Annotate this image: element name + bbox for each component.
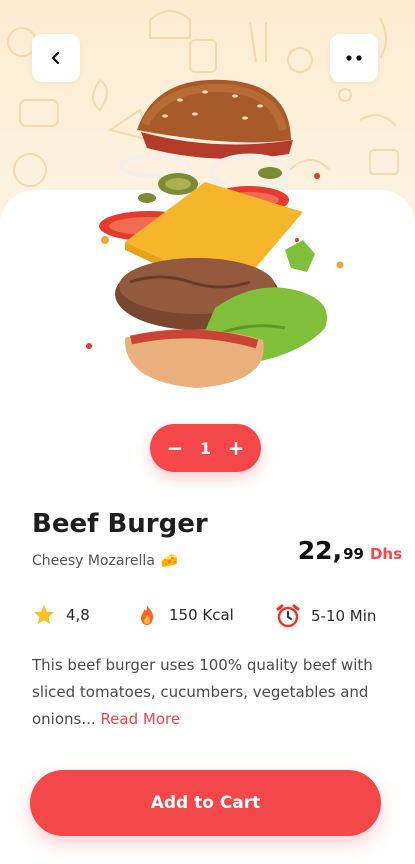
rating-stat: 4,8 xyxy=(32,603,90,627)
decrease-quantity-button[interactable]: − xyxy=(164,437,186,459)
product-title: Beef Burger xyxy=(32,509,208,539)
read-more-link[interactable]: Read More xyxy=(100,710,180,728)
product-price: 22 , 99 Dhs xyxy=(298,536,402,565)
cheese-icon: 🧀 xyxy=(160,553,179,569)
fire-icon xyxy=(141,605,153,625)
time-stat: 5-10 Min xyxy=(275,603,376,629)
increase-quantity-button[interactable]: + xyxy=(225,437,247,459)
description-text: This beef burger uses 100% quality beef … xyxy=(32,656,373,728)
calories-value: 150 Kcal xyxy=(169,606,234,624)
quantity-value: 1 xyxy=(199,438,212,458)
calories-stat: 150 Kcal xyxy=(135,603,234,627)
star-icon xyxy=(34,605,54,624)
product-subtitle: Cheesy Mozarella 🧀 xyxy=(32,553,178,569)
add-to-cart-label: Add to Cart xyxy=(150,793,261,813)
price-separator: , xyxy=(332,536,343,565)
quantity-stepper: − 1 + xyxy=(150,424,261,472)
rating-value: 4,8 xyxy=(66,606,90,624)
product-description: This beef burger uses 100% quality beef … xyxy=(32,652,392,733)
product-subtitle-text: Cheesy Mozarella xyxy=(32,553,155,569)
price-integer: 22 xyxy=(297,536,333,565)
chevron-left-icon xyxy=(51,51,60,65)
back-button[interactable] xyxy=(32,34,80,82)
more-dots-icon xyxy=(346,55,362,61)
price-currency: Dhs xyxy=(369,545,402,563)
product-stats: 4,8 150 Kcal 5-10 Min xyxy=(32,603,392,633)
alarm-clock-icon xyxy=(276,604,300,628)
burger-image xyxy=(85,70,345,400)
time-value: 5-10 Min xyxy=(311,607,377,625)
add-to-cart-button[interactable]: Add to Cart xyxy=(30,770,381,836)
price-decimal: 99 xyxy=(343,545,364,563)
